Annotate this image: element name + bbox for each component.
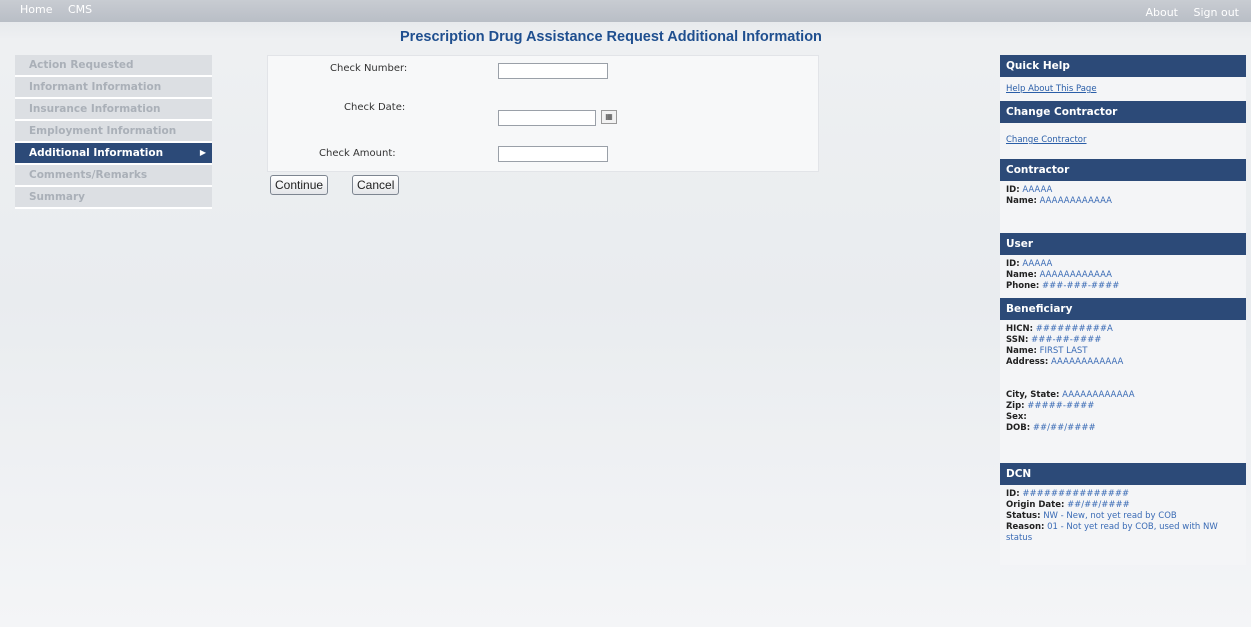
contractor-section: ID: AAAAA Name: AAAAAAAAAAAA <box>1000 181 1246 233</box>
nav-item-employment-information[interactable]: Employment Information <box>15 121 212 143</box>
check-date-input[interactable] <box>498 110 596 126</box>
quick-help-heading: Quick Help <box>1000 55 1246 77</box>
status-value: NW - New, not yet read by COB <box>1043 511 1177 521</box>
user-heading: User <box>1000 233 1246 255</box>
user-phone-label: Phone: <box>1006 281 1040 291</box>
dob-label: DOB: <box>1006 423 1031 433</box>
ssn-value: ###-##-#### <box>1031 335 1102 345</box>
nav-item-summary[interactable]: Summary <box>15 187 212 209</box>
nav-item-label: Additional Information <box>29 147 164 159</box>
check-date-label: Check Date: <box>344 102 406 113</box>
nav-item-additional-information[interactable]: Additional Information ▶ <box>15 143 212 165</box>
nav-item-informant-information[interactable]: Informant Information <box>15 77 212 99</box>
left-nav: Action Requested Informant Information I… <box>15 55 212 209</box>
address-value: AAAAAAAAAAAA <box>1050 357 1124 367</box>
city-state-value: AAAAAAAAAAAA <box>1062 390 1135 400</box>
user-phone-value: ###-###-#### <box>1042 281 1120 291</box>
home-link[interactable]: Home <box>20 3 52 16</box>
zip-value: #####-#### <box>1027 401 1095 411</box>
contractor-name-label: Name: <box>1006 196 1037 206</box>
user-name-value: AAAAAAAAAAAA <box>1039 270 1112 280</box>
nav-item-action-requested[interactable]: Action Requested <box>15 55 212 77</box>
dcn-section: ID: ############### Origin Date: ##/##/#… <box>1000 485 1246 565</box>
contractor-name-value: AAAAAAAAAAAA <box>1039 196 1112 206</box>
user-id-value: AAAAA <box>1022 259 1053 269</box>
city-state-label: City, State: <box>1006 390 1060 400</box>
change-contractor-section: Change Contractor <box>1000 123 1246 159</box>
cms-link[interactable]: CMS <box>68 3 92 16</box>
top-bar: Home CMS About Sign out <box>0 0 1251 22</box>
check-amount-label: Check Amount: <box>319 148 396 159</box>
check-number-label: Check Number: <box>330 63 408 74</box>
user-id-label: ID: <box>1006 259 1020 269</box>
beneficiary-heading: Beneficiary <box>1000 298 1246 320</box>
continue-button[interactable]: Continue <box>270 175 329 195</box>
dcn-id-value: ############### <box>1022 489 1130 499</box>
sex-label: Sex: <box>1006 412 1027 422</box>
ssn-label: SSN: <box>1006 335 1029 345</box>
beneficiary-name-label: Name: <box>1006 346 1037 356</box>
user-section: ID: AAAAA Name: AAAAAAAAAAAA Phone: ###-… <box>1000 255 1246 298</box>
contractor-id-label: ID: <box>1006 185 1020 195</box>
calendar-icon[interactable]: ▦ <box>601 110 617 124</box>
origin-date-value: ##/##/#### <box>1067 500 1130 510</box>
cancel-button[interactable]: Cancel <box>352 175 400 195</box>
beneficiary-name-value: FIRST LAST <box>1039 346 1088 356</box>
about-link[interactable]: About <box>1145 6 1178 19</box>
user-name-label: Name: <box>1006 270 1037 280</box>
right-panel: Quick Help Help About This Page Change C… <box>1000 55 1246 565</box>
arrow-right-icon: ▶ <box>199 148 206 157</box>
hicn-value: ##########A <box>1035 324 1113 334</box>
address-label: Address: <box>1006 357 1049 367</box>
top-right-nav: About Sign out <box>1133 6 1239 19</box>
dcn-heading: DCN <box>1000 463 1246 485</box>
beneficiary-section: HICN: ##########A SSN: ###-##-#### Name:… <box>1000 320 1246 463</box>
zip-label: Zip: <box>1006 401 1025 411</box>
change-contractor-heading: Change Contractor <box>1000 101 1246 123</box>
nav-item-comments-remarks[interactable]: Comments/Remarks <box>15 165 212 187</box>
origin-date-label: Origin Date: <box>1006 500 1065 510</box>
sign-out-link[interactable]: Sign out <box>1193 6 1239 19</box>
top-nav: Home CMS <box>20 3 104 16</box>
page-title: Prescription Drug Assistance Request Add… <box>400 29 822 45</box>
reason-label: Reason: <box>1006 522 1045 532</box>
additional-info-form: Check Number: Check Date: ▦ Check Amount… <box>267 55 819 172</box>
dob-value: ##/##/#### <box>1032 423 1096 433</box>
check-number-input[interactable] <box>498 63 608 79</box>
dcn-id-label: ID: <box>1006 489 1020 499</box>
quick-help-section: Help About This Page <box>1000 77 1246 101</box>
contractor-heading: Contractor <box>1000 159 1246 181</box>
status-label: Status: <box>1006 511 1041 521</box>
change-contractor-link[interactable]: Change Contractor <box>1006 135 1087 145</box>
nav-item-insurance-information[interactable]: Insurance Information <box>15 99 212 121</box>
help-about-page-link[interactable]: Help About This Page <box>1006 84 1097 94</box>
check-amount-input[interactable] <box>498 146 608 162</box>
contractor-id-value: AAAAA <box>1022 185 1053 195</box>
hicn-label: HICN: <box>1006 324 1034 334</box>
